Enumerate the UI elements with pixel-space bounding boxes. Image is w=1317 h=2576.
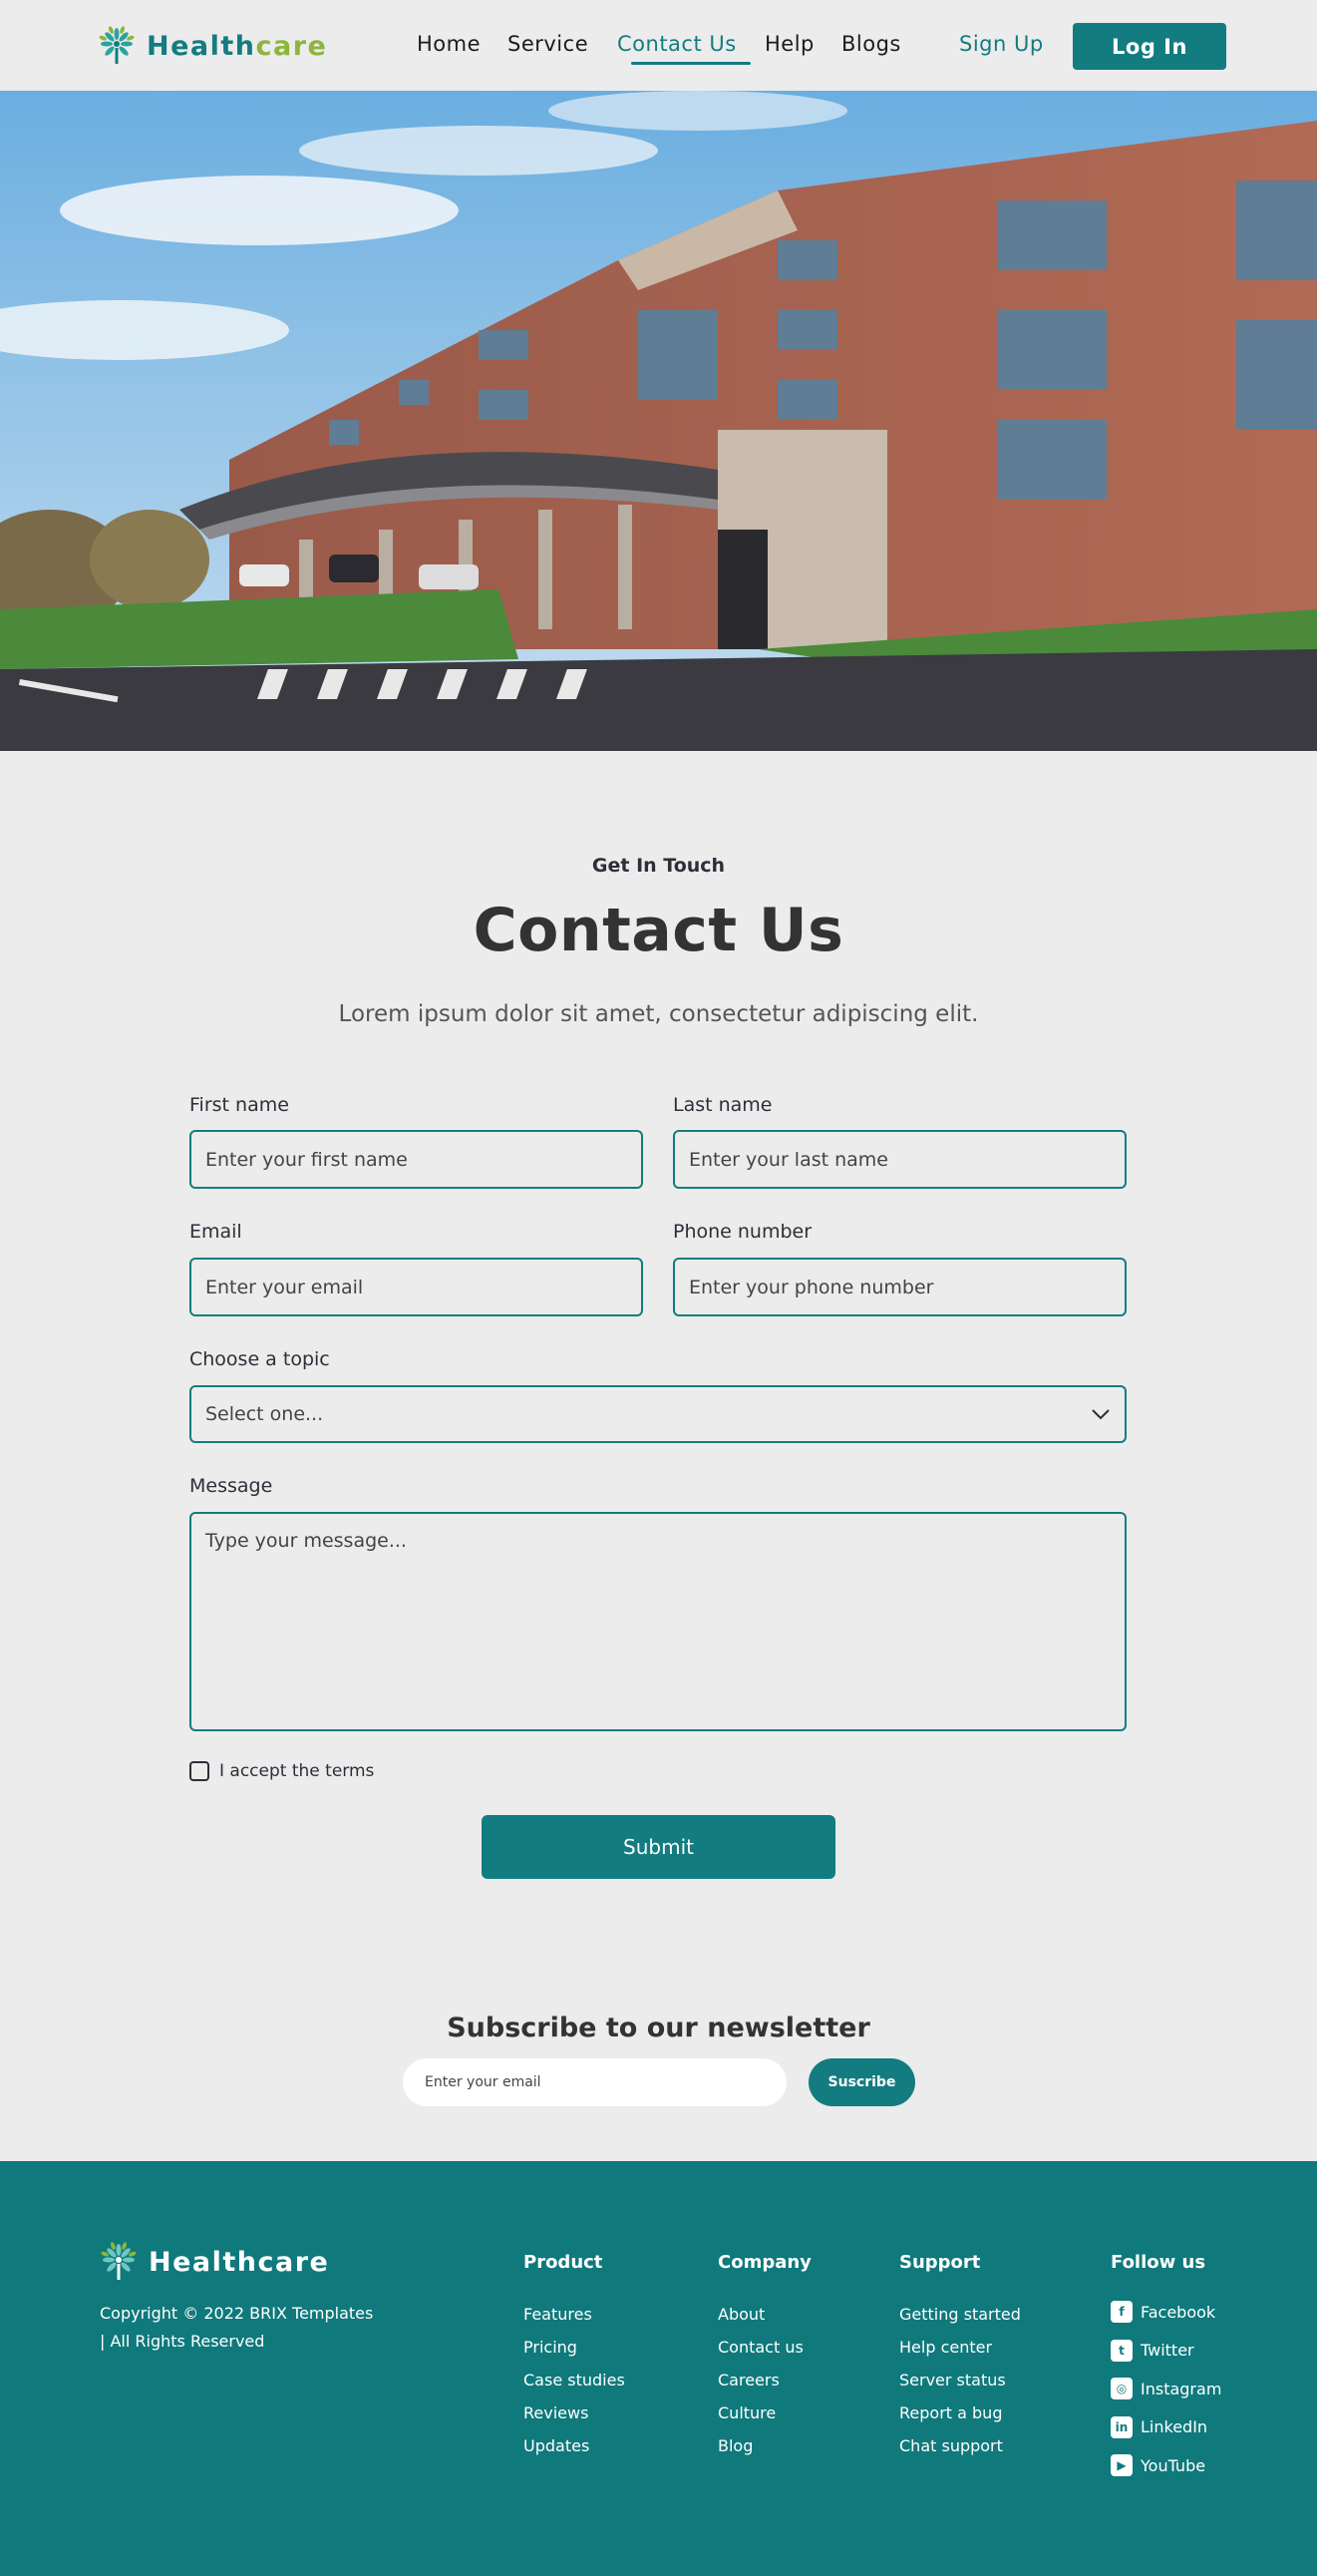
footer: Healthcare Copyright © 2022 BRIX Templat…: [0, 2161, 1317, 2576]
social-link-instagram[interactable]: ◎ Instagram: [1111, 2370, 1221, 2408]
last-name-input[interactable]: [673, 1130, 1127, 1189]
footer-column-product: Product Features Pricing Case studies Re…: [523, 2252, 625, 2462]
hero-image: [0, 91, 1317, 751]
footer-link[interactable]: Getting started: [899, 2298, 1021, 2331]
facebook-icon: f: [1111, 2301, 1133, 2324]
page-title: Contact Us: [473, 896, 844, 965]
topic-selected-value: Select one...: [205, 1403, 324, 1425]
social-link-youtube[interactable]: ▶ YouTube: [1111, 2446, 1221, 2485]
instagram-icon: ◎: [1111, 2378, 1133, 2400]
message-label: Message: [189, 1475, 273, 1497]
first-name-label: First name: [189, 1094, 289, 1116]
terms-row: I accept the terms: [189, 1761, 374, 1781]
message-textarea[interactable]: [189, 1512, 1127, 1731]
footer-column-follow: Follow us f Facebook t Twitter ◎ Instagr…: [1111, 2252, 1221, 2485]
footer-column-company: Company About Contact us Careers Culture…: [718, 2252, 812, 2462]
youtube-icon: ▶: [1111, 2454, 1133, 2477]
phone-number-input[interactable]: [673, 1258, 1127, 1316]
email-label: Email: [189, 1221, 242, 1243]
terms-checkbox[interactable]: [189, 1761, 209, 1781]
footer-heading: Follow us: [1111, 2252, 1206, 2273]
last-name-label: Last name: [673, 1094, 773, 1116]
brand-name: Healthcare: [147, 30, 328, 62]
footer-link[interactable]: Reviews: [523, 2396, 625, 2429]
copyright: Copyright © 2022 BRIX Templates | All Ri…: [100, 2304, 374, 2351]
nav-links: Home Service Contact Us Help Blogs: [417, 32, 901, 65]
section-eyebrow: Get In Touch: [591, 855, 726, 877]
footer-link[interactable]: Careers: [718, 2364, 812, 2396]
chevron-down-icon: [1092, 1409, 1110, 1420]
footer-link[interactable]: Pricing: [523, 2331, 625, 2364]
nav-link-help[interactable]: Help: [765, 32, 841, 56]
footer-column-support: Support Getting started Help center Serv…: [899, 2252, 1021, 2462]
email-input[interactable]: [189, 1258, 643, 1316]
social-link-twitter[interactable]: t Twitter: [1111, 2332, 1221, 2371]
footer-logo[interactable]: Healthcare: [99, 2242, 329, 2282]
footer-heading: Company: [718, 2252, 812, 2273]
hospital-building-illustration: [0, 91, 1317, 751]
footer-link[interactable]: Updates: [523, 2429, 625, 2462]
nav-link-contact-us[interactable]: Contact Us: [617, 32, 765, 65]
topic-label: Choose a topic: [189, 1348, 330, 1370]
footer-brand-name: Healthcare: [149, 2246, 330, 2278]
twitter-icon: t: [1111, 2339, 1133, 2362]
social-link-facebook[interactable]: f Facebook: [1111, 2293, 1221, 2332]
tree-logo-icon: [99, 26, 135, 64]
subscribe-button[interactable]: Suscribe: [809, 2058, 915, 2106]
first-name-input[interactable]: [189, 1130, 643, 1189]
terms-label: I accept the terms: [219, 1761, 375, 1781]
footer-link[interactable]: Report a bug: [899, 2396, 1021, 2429]
sign-up-link[interactable]: Sign Up: [959, 32, 1044, 56]
footer-heading: Support: [899, 2252, 981, 2273]
topic-select[interactable]: Select one...: [189, 1385, 1127, 1443]
footer-link[interactable]: Blog: [718, 2429, 812, 2462]
phone-number-label: Phone number: [673, 1221, 813, 1243]
footer-link[interactable]: Contact us: [718, 2331, 812, 2364]
footer-heading: Product: [523, 2252, 603, 2273]
nav-link-blogs[interactable]: Blogs: [841, 32, 901, 56]
nav-link-home[interactable]: Home: [417, 32, 507, 56]
footer-link[interactable]: Culture: [718, 2396, 812, 2429]
footer-link[interactable]: Help center: [899, 2331, 1021, 2364]
linkedin-icon: in: [1111, 2415, 1133, 2438]
log-in-button[interactable]: Log In: [1073, 23, 1226, 70]
newsletter-title: Subscribe to our newsletter: [447, 2013, 870, 2043]
footer-link[interactable]: Server status: [899, 2364, 1021, 2396]
nav-link-service[interactable]: Service: [507, 32, 617, 56]
page-subtitle: Lorem ipsum dolor sit amet, consectetur …: [338, 1001, 979, 1027]
footer-link[interactable]: Chat support: [899, 2429, 1021, 2462]
newsletter-email-input[interactable]: [403, 2058, 787, 2106]
social-link-linkedin[interactable]: in LinkedIn: [1111, 2408, 1221, 2447]
tree-logo-icon: [101, 2242, 137, 2280]
top-navbar: Healthcare Home Service Contact Us Help …: [0, 0, 1317, 91]
footer-link[interactable]: Case studies: [523, 2364, 625, 2396]
footer-link[interactable]: Features: [523, 2298, 625, 2331]
brand-logo[interactable]: Healthcare: [97, 26, 327, 66]
submit-button[interactable]: Submit: [482, 1815, 835, 1879]
footer-link[interactable]: About: [718, 2298, 812, 2331]
